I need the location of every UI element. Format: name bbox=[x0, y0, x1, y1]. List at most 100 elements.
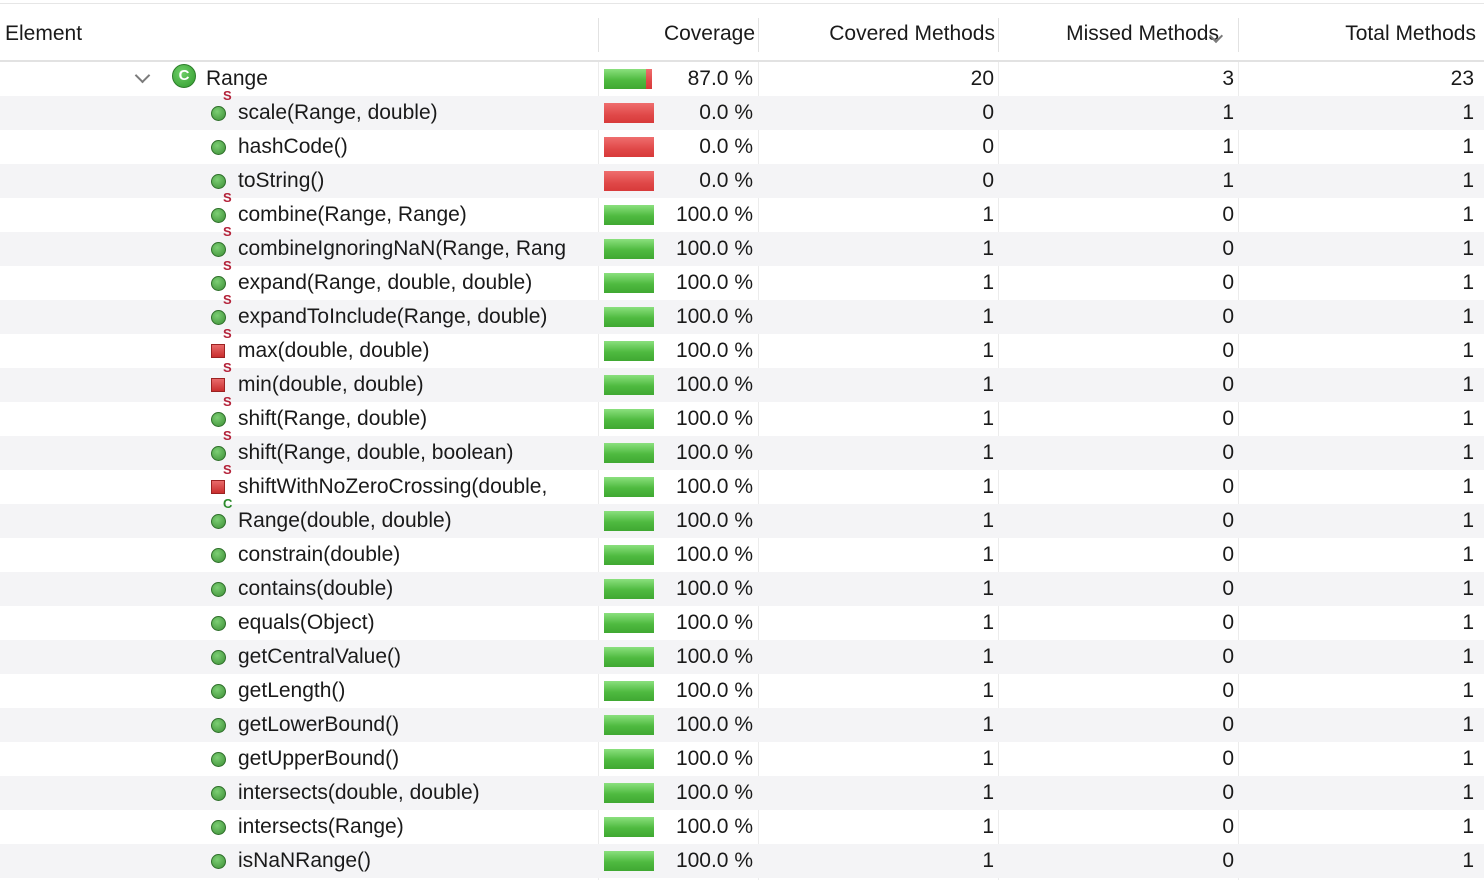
covered-methods-value: 1 bbox=[982, 611, 994, 634]
missed-methods-value: 0 bbox=[1222, 509, 1234, 532]
public-method-icon bbox=[211, 174, 226, 189]
coverage-percent: 100.0 % bbox=[675, 679, 753, 702]
missed-methods-value: 0 bbox=[1222, 713, 1234, 736]
missed-methods-value: 0 bbox=[1222, 203, 1234, 226]
table-row[interactable]: intersects(Range) 100.0 % 1 0 1 bbox=[0, 810, 1484, 844]
missed-methods-value: 0 bbox=[1222, 305, 1234, 328]
missed-methods-value: 0 bbox=[1222, 407, 1234, 430]
public-method-icon bbox=[211, 582, 226, 597]
element-name: equals(Object) bbox=[238, 611, 375, 634]
missed-methods-value: 0 bbox=[1222, 271, 1234, 294]
total-methods-value: 1 bbox=[1462, 305, 1474, 328]
covered-methods-value: 1 bbox=[982, 475, 994, 498]
column-header-covered-methods[interactable]: Covered Methods bbox=[760, 6, 997, 60]
private-method-icon bbox=[211, 378, 225, 392]
public-method-icon bbox=[211, 310, 226, 325]
public-method-icon bbox=[211, 718, 226, 733]
coverage-percent: 100.0 % bbox=[675, 849, 753, 872]
coverage-percent: 100.0 % bbox=[675, 203, 753, 226]
table-row[interactable]: hashCode() 0.0 % 0 1 1 bbox=[0, 130, 1484, 164]
element-name: contains(double) bbox=[238, 577, 394, 600]
covered-methods-value: 1 bbox=[982, 679, 994, 702]
static-modifier-icon: S bbox=[223, 224, 232, 239]
missed-methods-value: 0 bbox=[1222, 543, 1234, 566]
table-row[interactable]: getLength() 100.0 % 1 0 1 bbox=[0, 674, 1484, 708]
missed-methods-value: 0 bbox=[1222, 373, 1234, 396]
public-method-icon bbox=[211, 752, 226, 767]
public-method-icon bbox=[211, 514, 226, 529]
column-divider[interactable] bbox=[998, 18, 999, 52]
public-method-icon bbox=[211, 140, 226, 155]
covered-methods-value: 0 bbox=[982, 101, 994, 124]
coverage-percent: 100.0 % bbox=[675, 781, 753, 804]
public-method-icon bbox=[211, 650, 226, 665]
column-header-total-methods[interactable]: Total Methods bbox=[1240, 6, 1476, 60]
covered-methods-value: 20 bbox=[970, 67, 994, 90]
element-name: Range bbox=[206, 67, 268, 90]
table-row[interactable]: constrain(double) 100.0 % 1 0 1 bbox=[0, 538, 1484, 572]
covered-methods-value: 1 bbox=[982, 543, 994, 566]
table-row[interactable]: isNaNRange() 100.0 % 1 0 1 bbox=[0, 844, 1484, 878]
public-method-icon bbox=[211, 854, 226, 869]
column-header-missed-methods[interactable]: Missed Methods bbox=[1000, 6, 1237, 60]
table-row[interactable]: Sscale(Range, double) 0.0 % 0 1 1 bbox=[0, 89, 1484, 130]
total-methods-value: 1 bbox=[1462, 713, 1474, 736]
table-header: Element Coverage Covered Methods Missed … bbox=[0, 6, 1484, 62]
public-method-icon bbox=[211, 208, 226, 223]
total-methods-value: 1 bbox=[1462, 441, 1474, 464]
table-row[interactable]: getCentralValue() 100.0 % 1 0 1 bbox=[0, 640, 1484, 674]
chevron-down-icon[interactable] bbox=[134, 67, 151, 84]
covered-methods-value: 1 bbox=[982, 781, 994, 804]
table-row[interactable]: C Range(double, double) 100.0 % 1 0 1 bbox=[0, 497, 1484, 538]
table-row[interactable]: getUpperBound() 100.0 % 1 0 1 bbox=[0, 742, 1484, 776]
coverage-percent: 0.0 % bbox=[699, 169, 753, 192]
total-methods-value: 23 bbox=[1450, 67, 1474, 90]
missed-methods-value: 0 bbox=[1222, 645, 1234, 668]
static-modifier-icon: S bbox=[223, 258, 232, 273]
column-header-coverage[interactable]: Coverage bbox=[600, 6, 757, 60]
element-name: intersects(double, double) bbox=[238, 781, 480, 804]
coverage-percent: 100.0 % bbox=[675, 815, 753, 838]
element-name: Range(double, double) bbox=[238, 509, 452, 532]
column-divider[interactable] bbox=[598, 18, 599, 52]
covered-methods-value: 0 bbox=[982, 135, 994, 158]
total-methods-value: 1 bbox=[1462, 849, 1474, 872]
covered-methods-value: 1 bbox=[982, 407, 994, 430]
total-methods-value: 1 bbox=[1462, 407, 1474, 430]
static-modifier-icon: S bbox=[223, 360, 232, 375]
coverage-percent: 100.0 % bbox=[675, 305, 753, 328]
missed-methods-value: 0 bbox=[1222, 475, 1234, 498]
column-header-element[interactable]: Element bbox=[5, 6, 595, 60]
column-divider[interactable] bbox=[758, 18, 759, 52]
static-modifier-icon: S bbox=[223, 292, 232, 307]
missed-methods-value: 0 bbox=[1222, 577, 1234, 600]
covered-methods-value: 1 bbox=[982, 509, 994, 532]
public-method-icon bbox=[211, 276, 226, 291]
public-method-icon bbox=[211, 106, 226, 121]
element-name: getLength() bbox=[238, 679, 346, 702]
covered-methods-value: 1 bbox=[982, 305, 994, 328]
table-row[interactable]: getLowerBound() 100.0 % 1 0 1 bbox=[0, 708, 1484, 742]
element-name: shift(Range, double) bbox=[238, 407, 428, 430]
table-row[interactable]: equals(Object) 100.0 % 1 0 1 bbox=[0, 606, 1484, 640]
missed-methods-value: 0 bbox=[1222, 679, 1234, 702]
static-modifier-icon: S bbox=[223, 428, 232, 443]
coverage-percent: 100.0 % bbox=[675, 271, 753, 294]
missed-methods-value: 0 bbox=[1222, 237, 1234, 260]
total-methods-value: 1 bbox=[1462, 747, 1474, 770]
element-name: getCentralValue() bbox=[238, 645, 402, 668]
covered-methods-value: 1 bbox=[982, 203, 994, 226]
table-row[interactable]: intersects(double, double) 100.0 % 1 0 1 bbox=[0, 776, 1484, 810]
total-methods-value: 1 bbox=[1462, 203, 1474, 226]
coverage-percent: 0.0 % bbox=[699, 135, 753, 158]
total-methods-value: 1 bbox=[1462, 679, 1474, 702]
covered-methods-value: 1 bbox=[982, 713, 994, 736]
missed-methods-value: 0 bbox=[1222, 815, 1234, 838]
element-name: min(double, double) bbox=[238, 373, 424, 396]
column-divider[interactable] bbox=[1238, 18, 1239, 52]
table-row[interactable]: contains(double) 100.0 % 1 0 1 bbox=[0, 572, 1484, 606]
element-name: toString() bbox=[238, 169, 325, 192]
element-name: hashCode() bbox=[238, 135, 348, 158]
coverage-percent: 100.0 % bbox=[675, 339, 753, 362]
coverage-percent: 100.0 % bbox=[675, 237, 753, 260]
